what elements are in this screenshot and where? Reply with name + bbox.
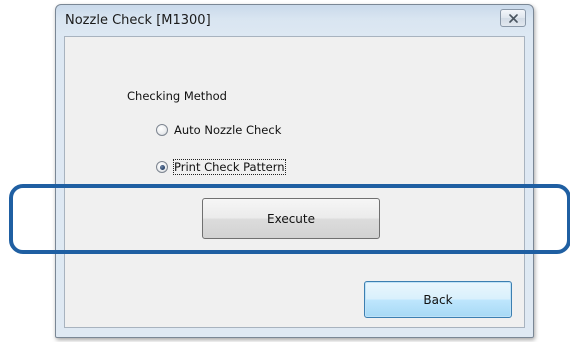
radio-print-check-pattern[interactable]: Print Check Pattern <box>156 159 286 175</box>
window-title: Nozzle Check [M1300] <box>65 13 211 28</box>
radio-auto-nozzle-check[interactable]: Auto Nozzle Check <box>156 122 281 138</box>
back-button[interactable]: Back <box>364 281 512 318</box>
title-bar[interactable]: Nozzle Check [M1300] <box>56 5 533 37</box>
close-icon <box>509 14 518 23</box>
nozzle-check-dialog: Nozzle Check [M1300] Checking Method Aut… <box>55 4 534 338</box>
execute-button[interactable]: Execute <box>202 198 380 239</box>
radio-label: Print Check Pattern <box>173 159 286 175</box>
close-button[interactable] <box>500 9 526 27</box>
checking-method-label: Checking Method <box>127 89 227 103</box>
screenshot-stage: Nozzle Check [M1300] Checking Method Aut… <box>0 0 570 342</box>
radio-selected-dot <box>159 164 165 170</box>
radio-label: Auto Nozzle Check <box>174 123 282 137</box>
radio-button-unselected[interactable] <box>156 124 168 136</box>
radio-button-selected[interactable] <box>156 161 168 173</box>
dialog-client-area: Checking Method Auto Nozzle Check Print … <box>64 36 525 328</box>
